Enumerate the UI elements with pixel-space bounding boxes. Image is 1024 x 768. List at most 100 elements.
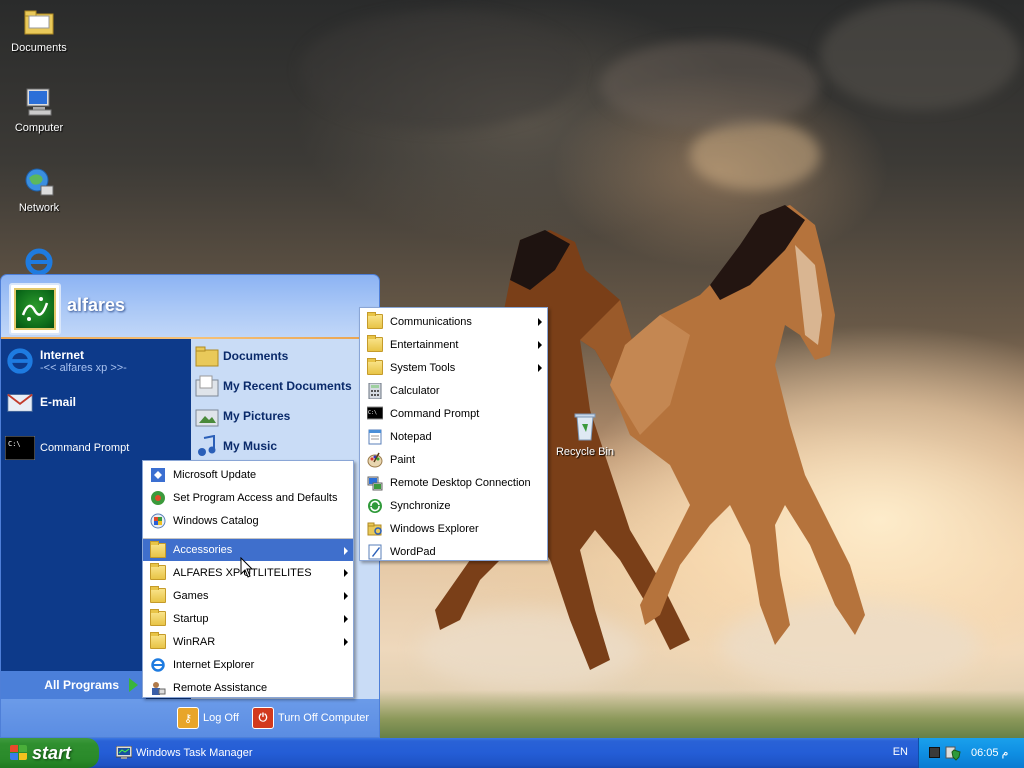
folder-icon: [150, 609, 166, 626]
log-off-button[interactable]: ⚷ Log Off: [177, 707, 239, 729]
menu-item-label: Microsoft Update: [173, 468, 257, 481]
start-item-email[interactable]: E-mail: [5, 385, 76, 419]
start-item-label: My Recent Documents: [223, 379, 352, 393]
menu-item-winrar[interactable]: WinRAR: [143, 630, 353, 653]
menu-item-label: Windows Explorer: [390, 522, 479, 535]
menu-item-windows-catalog[interactable]: Windows Catalog: [143, 509, 353, 532]
start-button[interactable]: start: [0, 738, 99, 768]
start-item-my-music[interactable]: My Music: [195, 433, 277, 459]
menu-item-label: Games: [173, 589, 209, 602]
menu-item-remote-desktop[interactable]: Remote Desktop Connection: [360, 471, 547, 494]
menu-item-remote-assistance[interactable]: Remote Assistance: [143, 676, 353, 699]
windows-update-icon: [150, 467, 166, 482]
user-avatar[interactable]: [9, 283, 61, 335]
synchronize-icon: [367, 498, 383, 513]
menu-item-label: WordPad: [390, 545, 436, 558]
start-item-documents[interactable]: Documents: [195, 343, 288, 369]
start-item-my-pictures[interactable]: My Pictures: [195, 403, 290, 429]
menu-item-entertainment[interactable]: Entertainment: [360, 333, 547, 356]
recent-documents-icon: [195, 375, 219, 397]
submenu-arrow-icon: [344, 638, 348, 646]
system-tray: 06:05 م: [918, 738, 1024, 768]
svg-text:C:\: C:\: [368, 410, 377, 416]
cloud: [300, 10, 580, 130]
start-item-command-prompt[interactable]: C:\ Command Prompt: [5, 433, 129, 463]
submenu-arrow-icon: [344, 547, 348, 555]
grass-foreground: [380, 690, 1024, 738]
music-note-icon: [198, 435, 216, 456]
menu-item-paint[interactable]: Paint: [360, 448, 547, 471]
desktop-icon-documents[interactable]: Documents: [0, 6, 78, 54]
menu-item-command-prompt[interactable]: C:\ Command Prompt: [360, 402, 547, 425]
security-shield-icon[interactable]: [945, 745, 961, 761]
menu-item-internet-explorer[interactable]: Internet Explorer: [143, 653, 353, 676]
language-indicator[interactable]: EN: [893, 746, 908, 758]
menu-item-calculator[interactable]: Calculator: [360, 379, 547, 402]
menu-item-label: Synchronize: [390, 499, 451, 512]
taskbar-button-task-manager[interactable]: Windows Task Manager: [110, 741, 270, 765]
all-programs-label: All Programs: [44, 678, 119, 692]
menu-item-notepad[interactable]: Notepad: [360, 425, 547, 448]
start-item-title: E-mail: [40, 395, 77, 409]
log-off-label: Log Off: [203, 712, 239, 724]
folder-icon: [150, 541, 166, 558]
start-item-label: My Pictures: [223, 409, 291, 423]
taskbar: start Windows Task Manager EN 06:05 م: [0, 738, 1024, 768]
start-item-internet[interactable]: Internet -<< alfares xp >>-: [5, 343, 127, 379]
menu-item-label: Startup: [173, 612, 209, 625]
remote-assistance-icon: [150, 680, 166, 695]
turn-off-label: Turn Off Computer: [278, 712, 370, 724]
key-icon: ⚷: [177, 707, 199, 729]
clock[interactable]: 06:05 م: [971, 746, 1008, 759]
menu-item-system-tools[interactable]: System Tools: [360, 356, 547, 379]
all-programs-button[interactable]: All Programs: [1, 671, 146, 699]
all-programs-arrow-icon: [129, 678, 138, 692]
menu-item-label: Remote Desktop Connection: [390, 476, 531, 489]
menu-item-label: Command Prompt: [390, 407, 480, 420]
menu-item-games[interactable]: Games: [143, 584, 353, 607]
desktop-icon-computer[interactable]: Computer: [0, 86, 78, 134]
menu-item-label: Remote Assistance: [173, 681, 268, 694]
folder-documents-icon: [23, 6, 55, 38]
start-item-label: Documents: [223, 349, 289, 363]
folder-icon: [367, 335, 383, 352]
submenu-arrow-icon: [538, 318, 542, 326]
desktop-icon-recycle-bin[interactable]: Recycle Bin: [546, 410, 624, 458]
svg-text:C:\: C:\: [8, 440, 21, 448]
computer-icon: [23, 86, 55, 118]
menu-item-set-program-access[interactable]: Set Program Access and Defaults: [143, 486, 353, 509]
calculator-icon: [367, 382, 383, 400]
submenu-arrow-icon: [538, 364, 542, 372]
submenu-arrow-icon: [344, 615, 348, 623]
desktop-icon-label: Recycle Bin: [555, 446, 615, 458]
menu-item-microsoft-update[interactable]: Microsoft Update: [143, 463, 353, 486]
submenu-arrow-icon: [344, 592, 348, 600]
start-item-recent-documents[interactable]: My Recent Documents: [195, 373, 352, 399]
command-prompt-icon: C:\: [366, 406, 384, 421]
start-menu-footer: ⚷ Log Off ⏻ Turn Off Computer: [1, 699, 379, 737]
all-programs-menu: Microsoft Update Set Program Access and …: [142, 460, 354, 698]
turn-off-button[interactable]: ⏻ Turn Off Computer: [252, 707, 369, 729]
menu-item-label: Communications: [390, 315, 472, 328]
menu-item-synchronize[interactable]: Synchronize: [360, 494, 547, 517]
desktop-icon-network[interactable]: Network: [0, 166, 78, 214]
menu-item-label: Calculator: [390, 384, 440, 397]
task-manager-icon: [116, 746, 132, 759]
network-globe-icon: [23, 166, 55, 198]
cloud: [820, 0, 1020, 110]
menu-item-startup[interactable]: Startup: [143, 607, 353, 630]
power-icon: ⏻: [252, 707, 274, 729]
tray-app-icon[interactable]: [929, 747, 940, 758]
menu-item-communications[interactable]: Communications: [360, 310, 547, 333]
menu-item-label: Accessories: [173, 544, 233, 556]
internet-explorer-icon: [7, 348, 33, 374]
menu-item-wordpad[interactable]: WordPad: [360, 540, 547, 563]
user-name: alfares: [67, 295, 126, 315]
cloud: [600, 40, 820, 130]
documents-folder-icon: [195, 346, 219, 367]
remote-desktop-icon: [367, 475, 383, 491]
menu-item-windows-explorer[interactable]: Windows Explorer: [360, 517, 547, 540]
windows-flag-icon: [10, 745, 28, 761]
menu-item-label: System Tools: [390, 361, 456, 374]
start-item-label: My Music: [223, 439, 278, 453]
